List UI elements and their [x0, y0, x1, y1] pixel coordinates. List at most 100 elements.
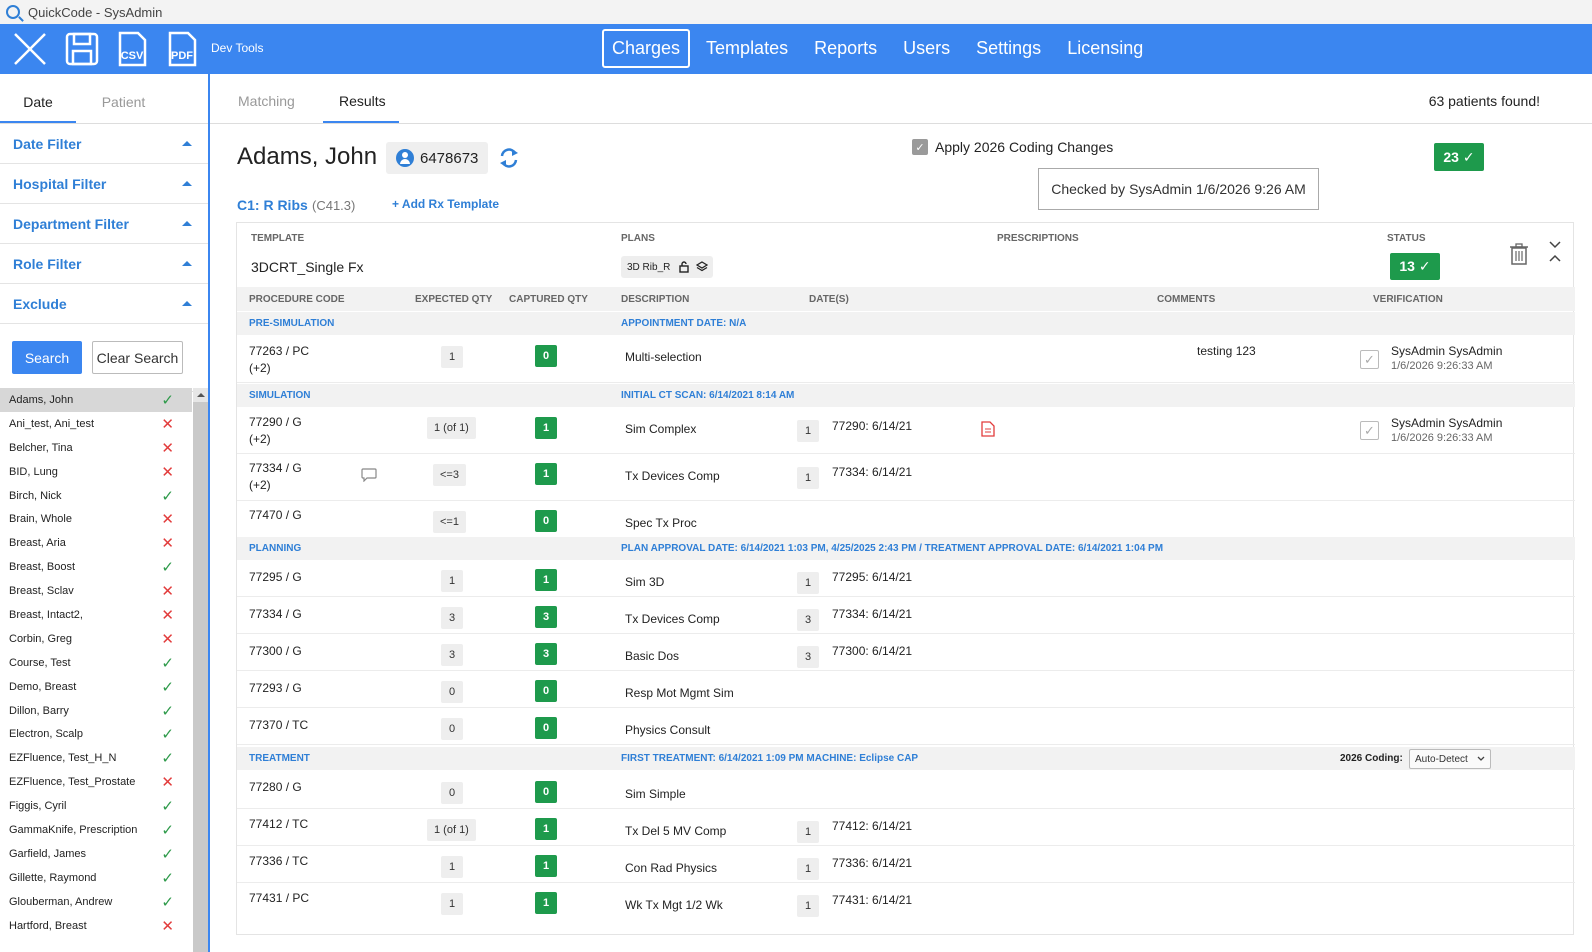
- nav-charges[interactable]: Charges: [602, 29, 691, 68]
- nav-templates[interactable]: Templates: [696, 29, 798, 68]
- add-rx-template-link[interactable]: + Add Rx Template: [392, 197, 499, 211]
- apply-coding-checkbox[interactable]: ✓ Apply 2026 Coding Changes: [912, 139, 1113, 155]
- overall-status-badge: 23 ✓: [1434, 143, 1484, 171]
- search-button[interactable]: Search: [12, 341, 82, 374]
- patient-list-item[interactable]: EZFluence, Test_H_N ✓: [0, 746, 192, 770]
- verification-checkbox[interactable]: ✓: [1360, 421, 1379, 440]
- patient-list-item[interactable]: Birch, Nick ✓: [0, 484, 192, 508]
- patient-list-item[interactable]: Garfield, James ✓: [0, 842, 192, 866]
- status-header: STATUS: [1387, 233, 1426, 244]
- patient-list-item[interactable]: Figgis, Cyril ✓: [0, 794, 192, 818]
- user-icon: [396, 149, 414, 167]
- check-icon: ✓: [161, 869, 174, 887]
- nav-reports[interactable]: Reports: [804, 29, 887, 68]
- date-filter[interactable]: Date Filter: [0, 124, 208, 164]
- patient-list-name: EZFluence, Test_H_N: [9, 752, 117, 765]
- section-info: PLAN APPROVAL DATE: 6/14/2021 1:03 PM, 4…: [621, 543, 1164, 554]
- hospital-filter[interactable]: Hospital Filter: [0, 164, 208, 204]
- plan-name: 3D Rib_R: [627, 261, 671, 273]
- exclude-filter-label: Exclude: [13, 295, 67, 312]
- tab-patient[interactable]: Patient: [81, 74, 166, 123]
- code-text: 77334 / G: [249, 461, 302, 475]
- patient-list-name: Breast, Aria: [9, 537, 66, 550]
- table-row[interactable]: 77263 / PC (+2) 1 0 Multi-selection testi…: [237, 335, 1575, 383]
- code-text: 77263 / PC: [249, 344, 310, 358]
- patient-list-item[interactable]: Gillette, Raymond ✓: [0, 866, 192, 890]
- patient-list-item[interactable]: Electron, Scalp ✓: [0, 722, 192, 746]
- patient-list-item[interactable]: Breast, Aria ✕: [0, 531, 192, 555]
- exclude-filter[interactable]: Exclude: [0, 284, 208, 324]
- verifier-name: SysAdmin SysAdmin: [1391, 416, 1503, 430]
- description: Tx Del 5 MV Comp: [625, 824, 727, 838]
- table-row[interactable]: 77412 / TC 1 (of 1) 1 Tx Del 5 MV Comp 1…: [237, 809, 1575, 846]
- csv-icon[interactable]: CSV: [112, 30, 150, 68]
- save-icon[interactable]: [63, 30, 101, 68]
- patient-list-item[interactable]: Corbin, Greg ✕: [0, 627, 192, 651]
- table-row[interactable]: 77370 / TC 0 0 Physics Consult: [237, 708, 1575, 745]
- patient-list-item[interactable]: GammaKnife, Prescription ✓: [0, 818, 192, 842]
- x-icon: ✕: [161, 463, 174, 481]
- tab-matching[interactable]: Matching: [238, 93, 295, 109]
- patient-list-item[interactable]: Belcher, Tina ✕: [0, 436, 192, 460]
- check-icon: ✓: [161, 678, 174, 696]
- patient-list-name: Dillon, Barry: [9, 704, 69, 717]
- plan-chip[interactable]: 3D Rib_R: [621, 256, 713, 278]
- patient-list-item[interactable]: Ani_test, Ani_test ✕: [0, 412, 192, 436]
- table-row[interactable]: 77334 / G 3 3 Tx Devices Comp 3 77334: 6…: [237, 597, 1575, 634]
- patient-list-item[interactable]: Breast, Intact2, ✕: [0, 603, 192, 627]
- patient-list-item[interactable]: Hartford, Breast ✕: [0, 914, 192, 938]
- table-row[interactable]: 77290 / G (+2) 1 (of 1) 1 Sim Complex 1 7…: [237, 407, 1575, 454]
- table-row[interactable]: 77470 / G <=1 0 Spec Tx Proc: [237, 501, 1575, 539]
- collapse-chevron-icon[interactable]: [1547, 239, 1563, 265]
- pdf-icon[interactable]: PDF: [162, 30, 200, 68]
- code-extra: (+2): [249, 361, 271, 375]
- verification-checkbox[interactable]: ✓: [1360, 350, 1379, 369]
- patient-list-item[interactable]: Brain, Whole ✕: [0, 507, 192, 531]
- table-row[interactable]: 77280 / G 0 0 Sim Simple: [237, 772, 1575, 809]
- patient-list-item[interactable]: EZFluence, Test_Prostate ✕: [0, 770, 192, 794]
- patient-list-scrollbar[interactable]: [193, 388, 208, 952]
- patient-list-item[interactable]: Glouberman, Andrew ✓: [0, 890, 192, 914]
- clear-search-button[interactable]: Clear Search: [92, 341, 183, 374]
- check-icon: ✓: [161, 702, 174, 720]
- section-info: INITIAL CT SCAN: 6/14/2021 8:14 AM: [621, 390, 795, 401]
- toolbar: CSV PDF Dev Tools Charges Templates Repo…: [0, 24, 1592, 74]
- coding-select[interactable]: Auto-Detect: [1409, 749, 1491, 769]
- patient-list-item[interactable]: Course, Test ✓: [0, 651, 192, 675]
- table-row[interactable]: 77334 / G (+2) <=3 1 Tx Devices Comp 1 77…: [237, 454, 1575, 501]
- patient-list: Adams, John ✓ Ani_test, Ani_test ✕ Belcher, …: [0, 388, 192, 937]
- tab-results[interactable]: Results: [339, 93, 386, 109]
- x-icon: ✕: [161, 606, 174, 624]
- nav-users[interactable]: Users: [893, 29, 960, 68]
- nav-settings[interactable]: Settings: [966, 29, 1051, 68]
- chevron-down-icon: [1477, 756, 1485, 761]
- patient-list-item[interactable]: Adams, John ✓: [0, 388, 192, 412]
- department-filter[interactable]: Department Filter: [0, 204, 208, 244]
- comment[interactable]: testing 123: [1197, 344, 1256, 358]
- section-name: PRE-SIMULATION: [249, 318, 335, 329]
- table-row[interactable]: 77300 / G 3 3 Basic Dos 3 77300: 6/14/21: [237, 634, 1575, 671]
- patient-list-item[interactable]: BID, Lung ✕: [0, 460, 192, 484]
- patient-list-item[interactable]: Breast, Boost ✓: [0, 555, 192, 579]
- comment-icon[interactable]: [361, 468, 377, 482]
- prescription-document-icon[interactable]: [981, 421, 995, 437]
- patient-list-item[interactable]: Demo, Breast ✓: [0, 675, 192, 699]
- check-icon: ✓: [161, 726, 174, 744]
- dev-tools-button[interactable]: Dev Tools: [211, 41, 263, 55]
- close-icon[interactable]: [11, 30, 49, 68]
- table-row[interactable]: 77431 / PC 1 1 Wk Tx Mgt 1/2 Wk 1 77431:…: [237, 883, 1575, 920]
- table-row[interactable]: 77293 / G 0 0 Resp Mot Mgmt Sim: [237, 671, 1575, 708]
- patient-list-item[interactable]: Breast, Sclav ✕: [0, 579, 192, 603]
- diagnosis-link[interactable]: C1: R Ribs: [237, 197, 308, 213]
- refresh-icon[interactable]: [498, 147, 520, 169]
- table-row[interactable]: 77336 / TC 1 1 Con Rad Physics 1 77336: …: [237, 846, 1575, 883]
- scroll-up-icon[interactable]: [193, 388, 208, 402]
- x-icon: ✕: [161, 917, 174, 935]
- expected-qty: 1: [441, 570, 463, 592]
- role-filter[interactable]: Role Filter: [0, 244, 208, 284]
- table-row[interactable]: 77295 / G 1 1 Sim 3D 1 77295: 6/14/21: [237, 560, 1575, 597]
- tab-date[interactable]: Date: [0, 74, 76, 123]
- trash-icon[interactable]: [1509, 243, 1529, 265]
- nav-licensing[interactable]: Licensing: [1057, 29, 1153, 68]
- patient-list-item[interactable]: Dillon, Barry ✓: [0, 699, 192, 723]
